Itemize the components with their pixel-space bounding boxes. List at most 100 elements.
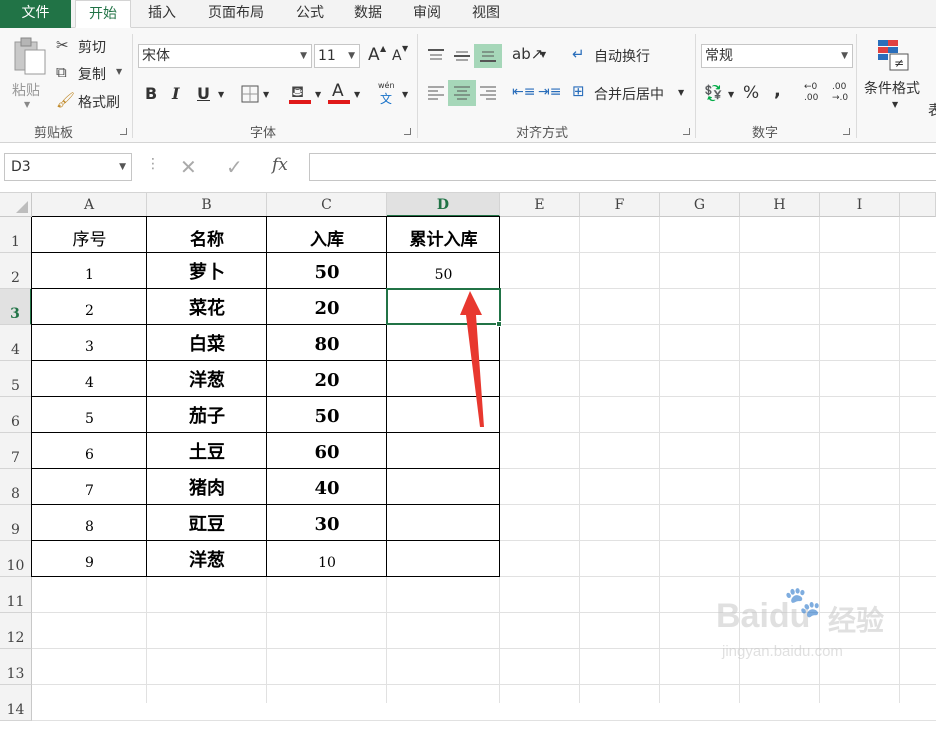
table-cell[interactable]: 3 — [32, 325, 147, 361]
column-header-next[interactable] — [900, 193, 936, 217]
column-header-h[interactable]: H — [740, 193, 820, 217]
row-header-4[interactable]: 4 — [0, 325, 32, 361]
column-header-d[interactable]: D — [387, 193, 500, 217]
cancel-icon[interactable]: ✕ — [180, 155, 197, 179]
tab-insert[interactable]: 插入 — [136, 0, 188, 28]
grow-font-button[interactable]: A — [368, 45, 380, 65]
number-launcher-icon[interactable] — [843, 128, 850, 135]
table-cell[interactable]: 40 — [267, 469, 387, 505]
increase-indent-icon[interactable]: ⇥≡ — [538, 84, 561, 100]
row-header-10[interactable]: 10 — [0, 541, 32, 577]
column-header-f[interactable]: F — [580, 193, 660, 217]
table-cell[interactable]: 洋葱 — [147, 541, 267, 577]
row-header-14[interactable]: 14 — [0, 685, 32, 721]
formula-input[interactable] — [309, 153, 936, 181]
worksheet-grid[interactable]: ABCDEFGHI 1 2 3 4 5 6 7 8 9 10 11 12 13 14 序号 名称 入库 累计入库… — [0, 193, 936, 721]
table-cell[interactable]: 30 — [267, 505, 387, 541]
table-cell[interactable]: 60 — [267, 433, 387, 469]
table-cell[interactable]: 50 — [267, 253, 387, 289]
table-cell[interactable]: 4 — [32, 361, 147, 397]
font-name-combo[interactable]: 宋体 ▼ — [138, 44, 312, 68]
table-cell[interactable]: 20 — [267, 361, 387, 397]
table-cell[interactable]: 2 — [32, 289, 147, 325]
copy-button[interactable]: ⧉ 复制 ▼ — [54, 63, 128, 85]
tab-view[interactable]: 视图 — [460, 0, 512, 28]
table-cell[interactable]: 6 — [32, 433, 147, 469]
column-header-c[interactable]: C — [267, 193, 387, 217]
italic-button[interactable]: I — [172, 84, 179, 103]
tab-review[interactable]: 审阅 — [401, 0, 453, 28]
paste-button[interactable]: 粘贴 ▼ — [6, 34, 50, 114]
tab-page-layout[interactable]: 页面布局 — [196, 0, 276, 28]
row-header-2[interactable]: 2 — [0, 253, 32, 289]
row-header-11[interactable]: 11 — [0, 577, 32, 613]
column-header-b[interactable]: B — [147, 193, 267, 217]
font-color-button[interactable]: A ▼ — [328, 81, 364, 106]
tab-file[interactable]: 文件 — [0, 0, 71, 28]
merge-center-button[interactable]: ⊞ 合并后居中 ▼ — [572, 81, 692, 105]
table-cell[interactable] — [387, 433, 500, 469]
table-cell[interactable] — [387, 505, 500, 541]
table-cell[interactable] — [387, 469, 500, 505]
shrink-font-button[interactable]: A — [392, 48, 402, 64]
row-header-5[interactable]: 5 — [0, 361, 32, 397]
table-cell[interactable]: 8 — [32, 505, 147, 541]
table-cell[interactable]: 5 — [32, 397, 147, 433]
row-header-6[interactable]: 6 — [0, 397, 32, 433]
table-cell[interactable]: 洋葱 — [147, 361, 267, 397]
tab-home[interactable]: 开始 — [75, 0, 131, 28]
increase-decimal-button[interactable]: ←0 .00 — [804, 82, 826, 106]
row-header-8[interactable]: 8 — [0, 469, 32, 505]
table-cell[interactable]: 茄子 — [147, 397, 267, 433]
header-cell[interactable]: 入库 — [267, 217, 387, 253]
bold-button[interactable]: B — [145, 84, 157, 103]
header-cell[interactable]: 累计入库 — [387, 217, 500, 253]
enter-icon[interactable]: ✓ — [226, 155, 243, 179]
table-cell[interactable]: 9 — [32, 541, 147, 577]
column-header-g[interactable]: G — [660, 193, 740, 217]
table-cell[interactable]: 80 — [267, 325, 387, 361]
table-cell[interactable]: 豇豆 — [147, 505, 267, 541]
font-size-combo[interactable]: 11 ▼ — [314, 44, 360, 68]
select-all-corner[interactable] — [0, 193, 32, 217]
border-button[interactable]: ▼ — [241, 85, 275, 105]
tab-data[interactable]: 数据 — [342, 0, 394, 28]
percent-button[interactable]: % — [743, 83, 759, 103]
underline-dropdown-icon[interactable]: ▼ — [218, 90, 224, 99]
align-top-icon[interactable] — [426, 48, 446, 64]
column-header-e[interactable]: E — [500, 193, 580, 217]
align-left-icon[interactable] — [426, 85, 446, 101]
orientation-button[interactable]: ab↗ — [512, 45, 543, 63]
insert-function-icon[interactable]: fx — [272, 155, 288, 175]
tab-formulas[interactable]: 公式 — [284, 0, 336, 28]
table-cell[interactable]: 猪肉 — [147, 469, 267, 505]
row-header-13[interactable]: 13 — [0, 649, 32, 685]
table-cell[interactable]: 1 — [32, 253, 147, 289]
table-cell[interactable]: 50 — [387, 253, 500, 289]
table-cell[interactable]: 10 — [267, 541, 387, 577]
table-cell[interactable]: 萝卜 — [147, 253, 267, 289]
alignment-launcher-icon[interactable] — [683, 128, 690, 135]
table-cell[interactable]: 土豆 — [147, 433, 267, 469]
align-middle-icon[interactable] — [452, 48, 472, 64]
orientation-dropdown-icon[interactable]: ▼ — [540, 50, 546, 59]
table-cell[interactable]: 白菜 — [147, 325, 267, 361]
table-cell[interactable]: 50 — [267, 397, 387, 433]
conditional-formatting-button[interactable]: ≠ 条件格式 ▼ — [860, 36, 930, 116]
font-launcher-icon[interactable] — [404, 128, 411, 135]
format-painter-button[interactable]: 🖌 格式刷 — [54, 91, 128, 113]
phonetic-button[interactable]: wén 文 ▼ — [376, 81, 412, 107]
row-header-12[interactable]: 12 — [0, 613, 32, 649]
fill-color-button[interactable]: ⛾ ▼ — [289, 82, 325, 106]
underline-button[interactable]: U — [197, 84, 210, 103]
header-cell[interactable]: 名称 — [147, 217, 267, 253]
name-box[interactable]: D3 ▼ — [4, 153, 132, 181]
wrap-text-button[interactable]: ↵ 自动换行 — [572, 44, 662, 68]
clipboard-launcher-icon[interactable] — [120, 128, 127, 135]
currency-icon[interactable]: 💱 — [704, 84, 723, 102]
comma-button[interactable]: , — [774, 80, 781, 101]
align-center-icon[interactable] — [452, 85, 472, 101]
decrease-indent-icon[interactable]: ⇤≡ — [512, 84, 535, 100]
table-cell[interactable] — [387, 541, 500, 577]
column-header-a[interactable]: A — [32, 193, 147, 217]
